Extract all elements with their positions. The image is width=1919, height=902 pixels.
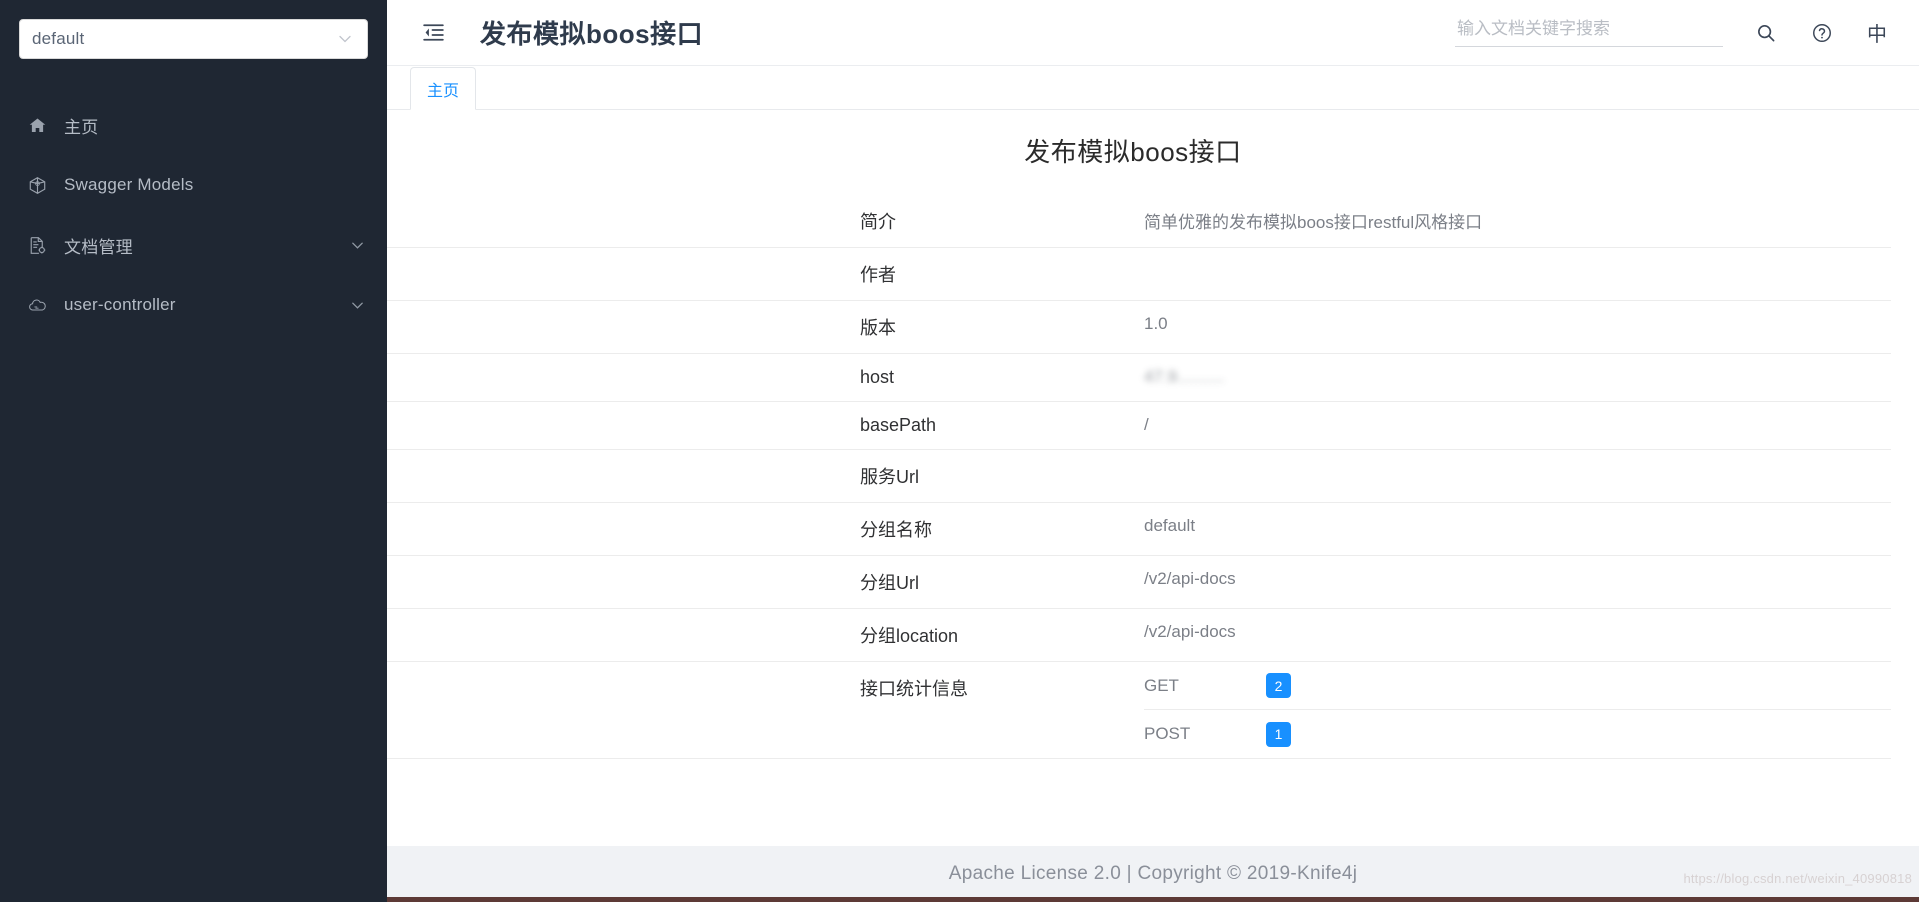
row-value: /	[1144, 415, 1149, 434]
group-select[interactable]: default	[19, 19, 368, 59]
chevron-down-icon	[350, 298, 365, 313]
row-label: 分组Url	[860, 573, 919, 593]
bottom-strip	[387, 897, 1919, 902]
cloud-icon	[28, 296, 54, 315]
stat-row: POST 1	[1144, 710, 1891, 758]
row-label: 简介	[860, 212, 896, 232]
status-badge: 1	[1266, 721, 1291, 747]
table-row-stats: 接口统计信息 GET 2 POST 1	[387, 662, 1891, 759]
table-row: 分组location /v2/api-docs	[387, 609, 1891, 662]
tab-bar: 主页	[387, 66, 1919, 110]
group-select-value: default	[32, 29, 85, 48]
row-value	[1144, 248, 1891, 274]
chevron-down-icon	[350, 238, 365, 253]
topbar: 发布模拟boos接口 中	[387, 0, 1919, 66]
search-input[interactable]	[1457, 18, 1721, 39]
search-icon[interactable]	[1751, 18, 1781, 48]
table-row: 简介 简单优雅的发布模拟boos接口restful风格接口	[387, 195, 1891, 248]
row-value: /v2/api-docs	[1144, 622, 1236, 641]
row-value: 1.0	[1144, 314, 1168, 333]
row-value: default	[1144, 516, 1196, 535]
http-method-label: POST	[1144, 724, 1191, 743]
table-row: 分组Url /v2/api-docs	[387, 556, 1891, 609]
sidebar-item-label: user-controller	[64, 295, 176, 314]
tab-home[interactable]: 主页	[410, 67, 477, 110]
row-value: 简单优雅的发布模拟boos接口restful风格接口	[1144, 213, 1483, 232]
app-root: default 主页 Swagger Models 文档管理 user-cont…	[0, 0, 1919, 902]
cube-icon	[28, 176, 54, 195]
table-row: basePath /	[387, 402, 1891, 450]
search-field	[1455, 18, 1723, 47]
table-row: 作者	[387, 248, 1891, 301]
sidebar-item-label: Swagger Models	[64, 175, 194, 194]
table-row: host 47.9..........	[387, 354, 1891, 402]
stat-row: GET 2	[1144, 662, 1891, 710]
sidebar-item-home[interactable]: 主页	[0, 95, 387, 155]
group-select-wrapper: default	[0, 19, 387, 59]
home-icon	[28, 116, 54, 135]
row-value	[1144, 450, 1891, 476]
page-title: 发布模拟boos接口	[480, 19, 704, 49]
watermark: https://blog.csdn.net/weixin_40990818	[1683, 871, 1912, 886]
row-label: host	[860, 367, 895, 387]
language-toggle[interactable]: 中	[1863, 16, 1891, 49]
table-row: 分组名称 default	[387, 503, 1891, 556]
row-label: 接口统计信息	[860, 679, 968, 699]
footer: Apache License 2.0 | Copyright © 2019-Kn…	[387, 846, 1919, 902]
row-label: 分组名称	[860, 520, 932, 540]
sidebar: default 主页 Swagger Models 文档管理 user-cont…	[0, 0, 387, 902]
table-row: 版本 1.0	[387, 301, 1891, 354]
file-settings-icon	[28, 236, 54, 255]
status-badge: 2	[1266, 673, 1291, 698]
http-method-label: GET	[1144, 675, 1179, 695]
sidebar-item-label: 文档管理	[64, 237, 133, 257]
row-label: basePath	[860, 415, 937, 435]
topbar-actions: 中	[1455, 16, 1891, 49]
menu-fold-icon[interactable]	[417, 16, 450, 49]
sidebar-item-label: 主页	[64, 117, 99, 137]
row-label: 作者	[860, 265, 896, 285]
row-label: 版本	[860, 318, 896, 338]
row-value-redacted: 47.9..........	[1144, 367, 1225, 386]
doc-info-table: 简介 简单优雅的发布模拟boos接口restful风格接口 作者 版本 1.0 …	[387, 195, 1919, 759]
doc-title: 发布模拟boos接口	[1024, 137, 1242, 167]
main-area: 发布模拟boos接口 中	[387, 0, 1919, 902]
content-panel: 发布模拟boos接口 简介 简单优雅的发布模拟boos接口restful风格接口…	[387, 110, 1919, 846]
row-label: 服务Url	[860, 467, 919, 487]
sidebar-menu: 主页 Swagger Models 文档管理 user-controller	[0, 95, 387, 335]
stats-list: GET 2 POST 1	[1144, 662, 1891, 758]
sidebar-item-doc-manage[interactable]: 文档管理	[0, 215, 387, 275]
chevron-down-icon	[337, 31, 353, 47]
table-row: 服务Url	[387, 450, 1891, 503]
footer-text: Apache License 2.0 | Copyright © 2019-Kn…	[948, 863, 1358, 884]
row-label: 分组location	[860, 626, 959, 646]
sidebar-item-user-controller[interactable]: user-controller	[0, 275, 387, 335]
row-value: /v2/api-docs	[1144, 569, 1236, 588]
sidebar-item-swagger-models[interactable]: Swagger Models	[0, 155, 387, 215]
question-circle-icon[interactable]	[1807, 18, 1837, 48]
